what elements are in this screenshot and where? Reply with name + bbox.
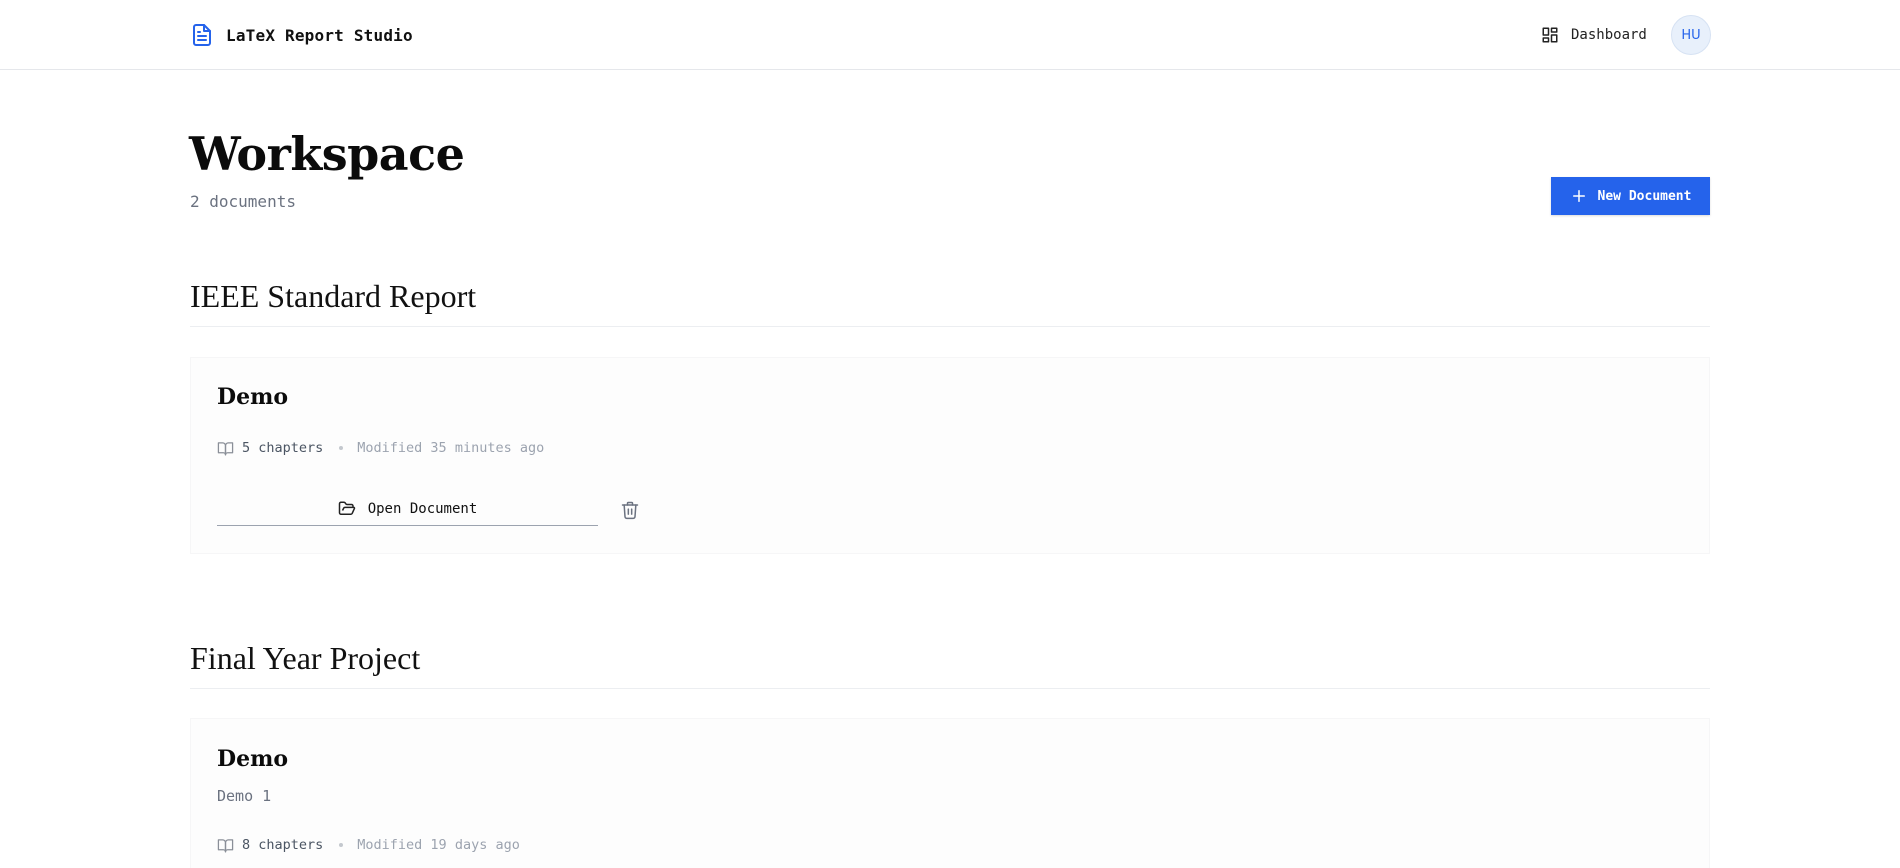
group-title: IEEE Standard Report bbox=[190, 278, 477, 314]
document-description: Demo 1 bbox=[217, 787, 272, 805]
app-brand[interactable]: LaTeX Report Studio bbox=[190, 22, 413, 48]
open-document-button[interactable]: Open Document bbox=[217, 492, 598, 526]
app-title: LaTeX Report Studio bbox=[226, 25, 413, 45]
document-title: Demo bbox=[217, 746, 289, 772]
group-divider bbox=[190, 326, 1710, 327]
modified-time: Modified 19 days ago bbox=[357, 837, 520, 853]
trash-icon bbox=[621, 501, 639, 520]
document-meta: 5 chapters Modified 35 minutes ago bbox=[217, 438, 544, 458]
plus-icon bbox=[1572, 190, 1585, 202]
modified-time: Modified 35 minutes ago bbox=[357, 440, 545, 456]
top-navigation-bar: LaTeX Report Studio Dashboard HU bbox=[0, 0, 1900, 70]
document-icon bbox=[193, 24, 211, 46]
dashboard-grid-icon bbox=[1542, 27, 1558, 43]
document-count: 2 documents bbox=[190, 192, 296, 211]
group-divider bbox=[190, 688, 1710, 689]
dashboard-link[interactable]: Dashboard bbox=[1541, 23, 1647, 47]
user-avatar[interactable]: HU bbox=[1671, 15, 1711, 55]
dashboard-label: Dashboard bbox=[1571, 27, 1647, 43]
document-title: Demo bbox=[217, 384, 289, 410]
delete-document-button[interactable] bbox=[620, 499, 640, 521]
open-document-label: Open Document bbox=[367, 500, 478, 517]
document-meta: 8 chapters Modified 19 days ago bbox=[217, 835, 520, 855]
book-open-icon bbox=[217, 441, 234, 456]
new-document-label: New Document bbox=[1597, 188, 1692, 204]
chapter-count: 8 chapters bbox=[242, 837, 324, 853]
meta-separator bbox=[339, 446, 344, 450]
meta-separator bbox=[339, 843, 344, 847]
book-open-icon bbox=[217, 838, 234, 853]
new-document-button[interactable]: New Document bbox=[1551, 177, 1710, 215]
folder-open-icon bbox=[338, 501, 355, 515]
page-title: Workspace bbox=[189, 127, 465, 181]
chapter-count: 5 chapters bbox=[242, 440, 324, 456]
group-title: Final Year Project bbox=[190, 640, 421, 676]
